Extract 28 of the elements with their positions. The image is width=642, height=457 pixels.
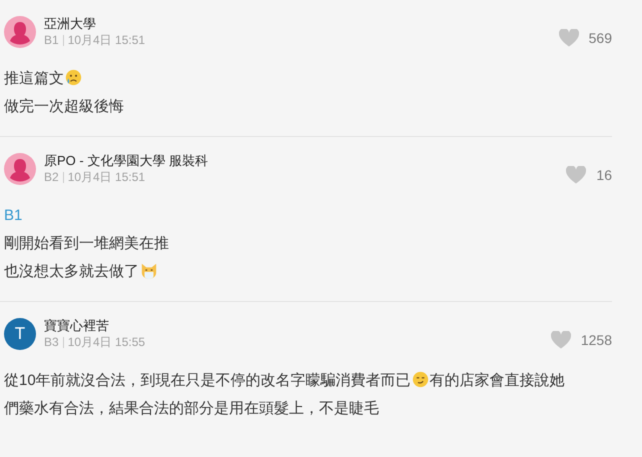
floor-number: B2 — [44, 169, 59, 186]
post-time: 10月4日 15:51 — [68, 32, 146, 49]
avatar: T — [4, 318, 36, 350]
comment-text: 有的店家會直接說她 — [430, 372, 565, 389]
comment-text: 剛開始看到一堆網美在推 — [4, 235, 169, 252]
post-time: 10月4日 15:51 — [68, 169, 146, 186]
comment-text: 從10年前就沒合法，到現在只是不停的改名字矇騙消費者而已 — [4, 372, 411, 389]
like-count: 16 — [596, 166, 612, 184]
like-count: 1258 — [580, 330, 612, 350]
avatar — [4, 16, 36, 48]
comment-text: 也沒想太多就去做了 — [4, 263, 139, 280]
heart-icon[interactable] — [566, 166, 586, 184]
author-name[interactable]: 原PO - 文化學園大學 服裝科 — [44, 152, 208, 169]
cat-face-icon — [140, 262, 158, 279]
floor-number: B3 — [44, 334, 59, 351]
floor-number: B1 — [44, 32, 59, 49]
like-count: 569 — [588, 28, 612, 48]
smirking-face-icon — [412, 371, 429, 388]
post-time: 10月4日 15:55 — [68, 334, 146, 351]
heart-icon[interactable] — [550, 331, 571, 349]
comment-text: 做完一次超級後悔 — [4, 98, 124, 115]
comment-text: 推這篇文 — [4, 70, 64, 87]
avatar — [4, 153, 36, 185]
heart-icon[interactable] — [558, 29, 579, 47]
author-name[interactable]: 亞洲大學 — [44, 15, 146, 32]
sad-face-icon — [65, 69, 82, 86]
comment-text: 們藥水有合法，結果合法的部分是用在頭髮上，不是睫毛 — [4, 400, 379, 417]
author-name[interactable]: 寶寶心裡苦 — [44, 317, 146, 334]
